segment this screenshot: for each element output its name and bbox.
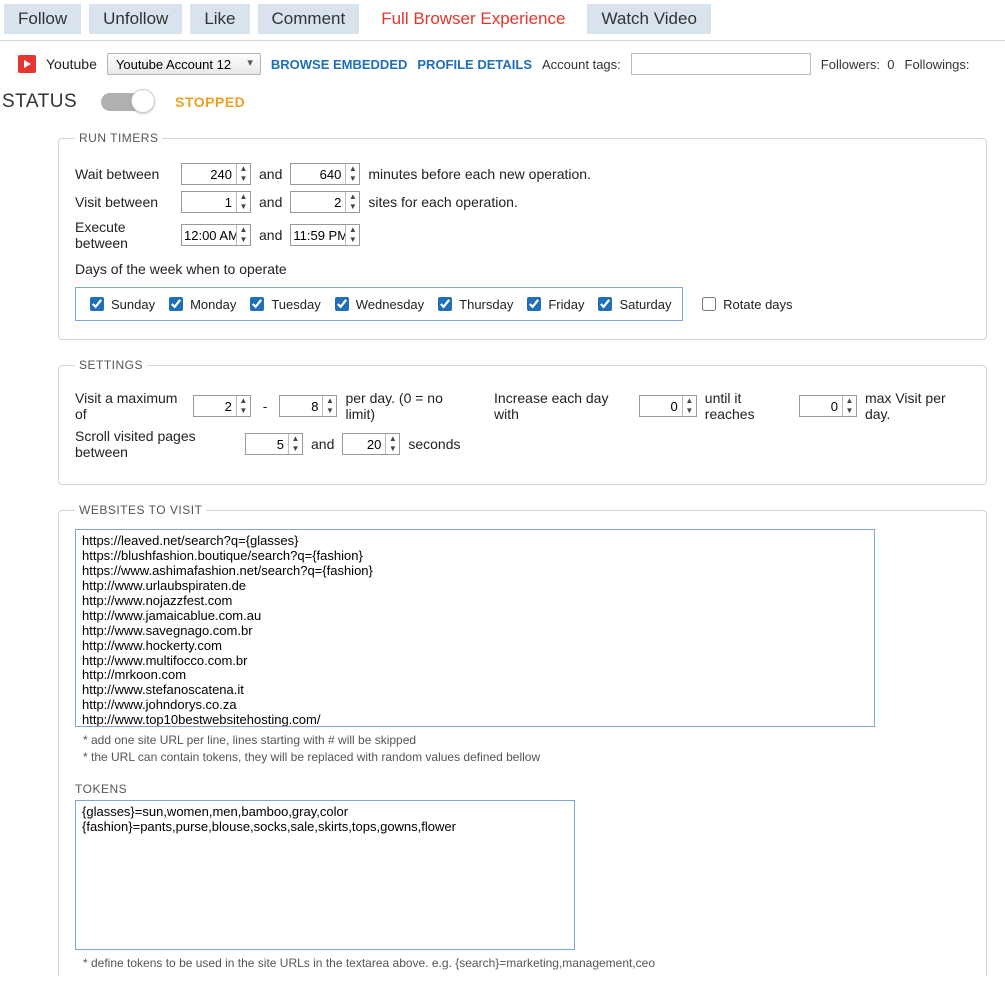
and-label: and	[259, 166, 282, 182]
spin-down-icon[interactable]: ▼	[386, 444, 399, 454]
and-label: and	[259, 194, 282, 210]
settings-legend: SETTINGS	[75, 358, 147, 372]
browse-embedded-button[interactable]: BROWSE EMBEDDED	[271, 57, 408, 72]
and-label: and	[311, 436, 334, 452]
websites-textarea[interactable]	[75, 529, 875, 727]
rotate-days-checkbox[interactable]: Rotate days	[698, 294, 792, 314]
status-value: STOPPED	[175, 94, 245, 110]
visit-label: Visit between	[75, 194, 173, 210]
visit-suffix: sites for each operation.	[368, 194, 517, 210]
day-monday[interactable]: Monday	[165, 294, 236, 314]
account-select[interactable]: Youtube Account 12	[107, 53, 261, 75]
max-visit-label: Visit a maximum of	[75, 390, 185, 422]
settings-fieldset: SETTINGS Visit a maximum of ▲▼ - ▲▼ per …	[58, 358, 987, 485]
tab-bar: Follow Unfollow Like Comment Full Browse…	[0, 0, 1005, 41]
websites-hint2: * the URL can contain tokens, they will …	[83, 750, 970, 764]
until-label: until it reaches	[705, 390, 791, 422]
days-box: Sunday Monday Tuesday Wednesday Thursday…	[75, 287, 683, 321]
websites-section: WEBSITES TO VISIT * add one site URL per…	[58, 503, 987, 976]
spin-down-icon[interactable]: ▼	[843, 406, 856, 416]
day-sunday[interactable]: Sunday	[86, 294, 155, 314]
day-thursday[interactable]: Thursday	[434, 294, 513, 314]
spin-down-icon[interactable]: ▼	[289, 444, 302, 454]
spin-up-icon[interactable]: ▲	[237, 396, 250, 406]
spin-down-icon[interactable]: ▼	[237, 174, 250, 184]
spin-down-icon[interactable]: ▼	[683, 406, 696, 416]
tokens-legend: TOKENS	[75, 782, 970, 796]
spin-down-icon[interactable]: ▼	[237, 235, 250, 245]
spin-down-icon[interactable]: ▼	[346, 202, 359, 212]
account-row: Youtube Youtube Account 12 BROWSE EMBEDD…	[0, 41, 1005, 81]
day-friday[interactable]: Friday	[523, 294, 584, 314]
run-timers-legend: RUN TIMERS	[75, 131, 162, 145]
spin-up-icon[interactable]: ▲	[237, 164, 250, 174]
tokens-textarea[interactable]	[75, 800, 575, 950]
status-heading: STATUS	[2, 91, 77, 113]
profile-details-button[interactable]: PROFILE DETAILS	[417, 57, 532, 72]
spin-down-icon[interactable]: ▼	[237, 406, 250, 416]
spin-up-icon[interactable]: ▲	[386, 434, 399, 444]
websites-legend: WEBSITES TO VISIT	[75, 503, 206, 517]
spin-up-icon[interactable]: ▲	[346, 225, 359, 235]
execute-label: Execute between	[75, 219, 173, 251]
run-timers-fieldset: RUN TIMERS Wait between ▲▼ and ▲▼ minute…	[58, 131, 987, 340]
per-day-label: per day. (0 = no limit)	[345, 390, 470, 422]
spin-up-icon[interactable]: ▲	[237, 192, 250, 202]
tab-comment[interactable]: Comment	[258, 4, 360, 34]
spin-up-icon[interactable]: ▲	[289, 434, 302, 444]
platform-label: Youtube	[46, 56, 97, 72]
wait-suffix: minutes before each new operation.	[368, 166, 591, 182]
and-label: and	[259, 227, 282, 243]
increase-label: Increase each day with	[494, 390, 631, 422]
range-separator: -	[259, 398, 272, 414]
account-tags-label: Account tags:	[542, 57, 621, 72]
tab-follow[interactable]: Follow	[4, 4, 81, 34]
spin-up-icon[interactable]: ▲	[346, 192, 359, 202]
spin-down-icon[interactable]: ▼	[323, 406, 336, 416]
followers-label: Followers: 0	[821, 57, 895, 72]
seconds-label: seconds	[408, 436, 460, 452]
youtube-icon	[18, 55, 36, 73]
spin-down-icon[interactable]: ▼	[346, 174, 359, 184]
spin-up-icon[interactable]: ▲	[323, 396, 336, 406]
scroll-label: Scroll visited pages between	[75, 428, 237, 460]
day-wednesday[interactable]: Wednesday	[331, 294, 424, 314]
status-row: STATUS STOPPED	[0, 81, 1005, 131]
day-tuesday[interactable]: Tuesday	[246, 294, 320, 314]
days-label: Days of the week when to operate	[75, 261, 287, 277]
spin-down-icon[interactable]: ▼	[346, 235, 359, 245]
spin-up-icon[interactable]: ▲	[683, 396, 696, 406]
tab-unfollow[interactable]: Unfollow	[89, 4, 182, 34]
status-toggle[interactable]	[101, 93, 151, 111]
account-tags-input[interactable]	[631, 53, 811, 75]
spin-up-icon[interactable]: ▲	[346, 164, 359, 174]
tab-like[interactable]: Like	[190, 4, 249, 34]
max-visit-suffix: max Visit per day.	[865, 390, 970, 422]
day-saturday[interactable]: Saturday	[594, 294, 671, 314]
spin-down-icon[interactable]: ▼	[237, 202, 250, 212]
spin-up-icon[interactable]: ▲	[237, 225, 250, 235]
tab-watch-video[interactable]: Watch Video	[587, 4, 710, 34]
websites-hint1: * add one site URL per line, lines start…	[83, 733, 970, 747]
tab-full-browser[interactable]: Full Browser Experience	[367, 4, 579, 34]
followings-label: Followings:	[905, 57, 970, 72]
tokens-hint: * define tokens to be used in the site U…	[83, 956, 970, 970]
spin-up-icon[interactable]: ▲	[843, 396, 856, 406]
wait-label: Wait between	[75, 166, 173, 182]
